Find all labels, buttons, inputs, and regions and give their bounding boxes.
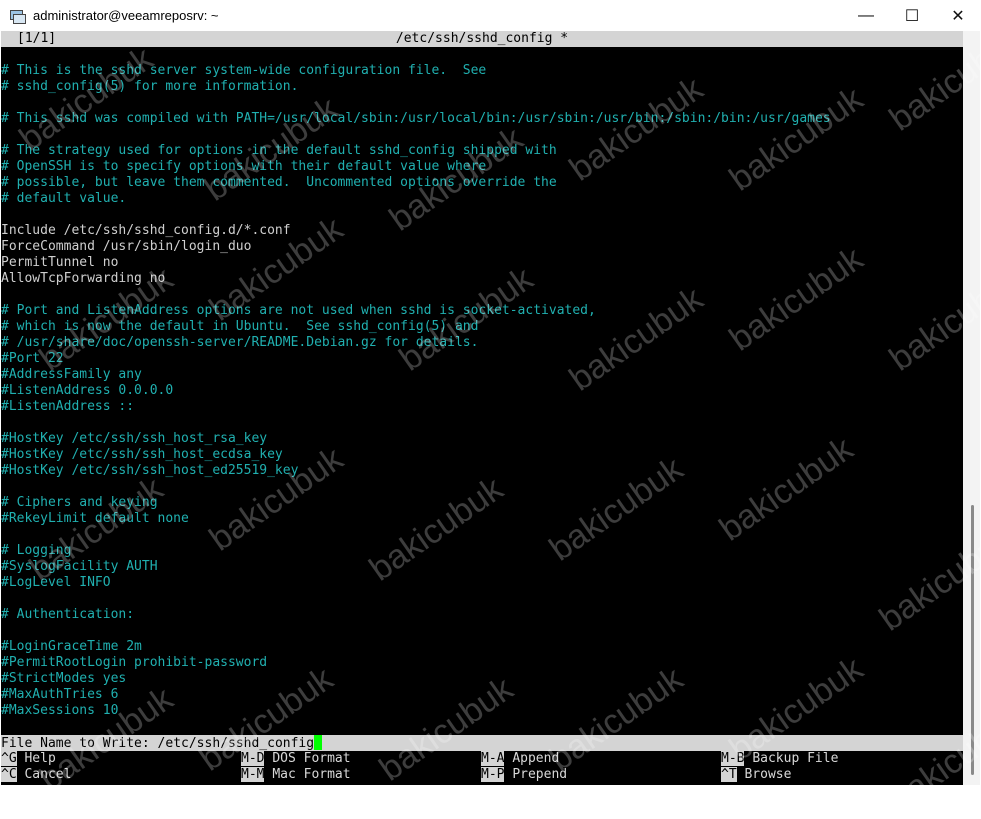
config-line: #SyslogFacility AUTH — [1, 559, 158, 574]
config-line: # Ciphers and keying — [1, 495, 158, 510]
config-line: # /usr/share/doc/openssh-server/README.D… — [1, 335, 479, 350]
config-line: #MaxSessions 10 — [1, 703, 119, 718]
shortcut-label: Prepend — [512, 767, 568, 782]
write-prompt[interactable]: File Name to Write: /etc/ssh/sshd_config — [1, 735, 963, 751]
config-line — [1, 47, 963, 63]
config-line: #LogLevel INFO — [1, 575, 111, 590]
maximize-button[interactable]: ☐ — [889, 0, 935, 31]
config-line: # default value. — [1, 191, 127, 206]
terminal[interactable]: /etc/ssh/sshd_config * [1/1] # This is t… — [1, 31, 963, 785]
shortcut-key: M-A — [481, 751, 505, 766]
config-line: # which is now the default in Ubuntu. Se… — [1, 319, 479, 334]
config-line — [1, 95, 963, 111]
prompt-filename-input[interactable]: /etc/ssh/sshd_config — [158, 736, 315, 751]
config-line: #LoginGraceTime 2m — [1, 639, 142, 654]
config-line: #MaxAuthTries 6 — [1, 687, 119, 702]
config-line: # Port and ListenAddress options are not… — [1, 303, 596, 318]
config-line: # Logging — [1, 543, 72, 558]
config-line: #ListenAddress :: — [1, 399, 135, 414]
config-line: #StrictModes yes — [1, 671, 127, 686]
prompt-label: File Name to Write: — [1, 736, 158, 751]
config-line: ForceCommand /usr/sbin/login_duo — [1, 239, 252, 254]
shortcut-row: ^C Cancel M-M Mac Format M-P Prepend ^T Bro… — [1, 767, 963, 783]
config-line: #HostKey /etc/ssh/ssh_host_ed25519_key — [1, 463, 299, 478]
shortcut-label: Backup File — [752, 751, 839, 766]
config-line: # The strategy used for options in the d… — [1, 143, 557, 158]
config-line: #ListenAddress 0.0.0.0 — [1, 383, 174, 398]
shortcut-label: Browse — [744, 767, 792, 782]
shortcut-item[interactable]: ^G Help — [1, 751, 56, 767]
shortcut-key: M-M — [241, 767, 265, 782]
config-line: Include /etc/ssh/sshd_config.d/*.conf — [1, 223, 291, 238]
config-line: # This sshd was compiled with PATH=/usr/… — [1, 111, 831, 126]
config-line: #RekeyLimit default none — [1, 511, 189, 526]
window-title: administrator@veeamreposrv: ~ — [33, 8, 219, 23]
config-line: AllowTcpForwarding no — [1, 271, 166, 286]
header-filename: /etc/ssh/sshd_config * — [395, 31, 569, 46]
config-line: PermitTunnel no — [1, 255, 119, 270]
config-line: #PermitRootLogin prohibit-password — [1, 655, 268, 670]
shortcut-item[interactable]: M-M Mac Format — [241, 767, 351, 783]
nano-header: /etc/ssh/sshd_config * [1/1] — [1, 31, 963, 47]
close-button[interactable]: ✕ — [935, 0, 981, 31]
config-line: #HostKey /etc/ssh/ssh_host_ecdsa_key — [1, 447, 283, 462]
shortcut-label: Mac Format — [272, 767, 351, 782]
shortcut-key: ^G — [1, 751, 17, 766]
config-line — [1, 623, 963, 639]
putty-icon — [9, 8, 26, 24]
config-line: #AddressFamily any — [1, 367, 142, 382]
config-line — [1, 287, 963, 303]
shortcut-label: Append — [512, 751, 560, 766]
config-line: # OpenSSH is to specify options with the… — [1, 159, 487, 174]
shortcut-key: M-P — [481, 767, 505, 782]
shortcut-key: ^C — [1, 767, 17, 782]
config-line — [1, 527, 963, 543]
config-line: # possible, but leave them commented. Un… — [1, 175, 557, 190]
config-line — [1, 207, 963, 223]
config-line: # sshd_config(5) for more information. — [1, 79, 299, 94]
shortcut-item[interactable]: M-P Prepend — [481, 767, 567, 783]
shortcut-key: M-B — [721, 751, 745, 766]
window-controls: — ☐ ✕ — [843, 0, 981, 31]
config-line — [1, 415, 963, 431]
shortcut-item[interactable]: M-A Append — [481, 751, 559, 767]
title-bar[interactable]: administrator@veeamreposrv: ~ — ☐ ✕ — [0, 0, 981, 31]
config-line: # Authentication: — [1, 607, 135, 622]
minimize-button[interactable]: — — [843, 0, 889, 31]
scrollbar-thumb[interactable] — [971, 505, 974, 775]
config-line — [1, 591, 963, 607]
editor-content[interactable]: # This is the sshd server system-wide co… — [1, 47, 963, 735]
config-line: #Port 22 — [1, 351, 64, 366]
shortcut-item[interactable]: ^T Browse — [721, 767, 791, 783]
shortcut-key: M-D — [241, 751, 265, 766]
shortcut-key: ^T — [721, 767, 737, 782]
shortcut-item[interactable]: ^C Cancel — [1, 767, 71, 783]
shortcut-label: Cancel — [24, 767, 72, 782]
shortcut-label: Help — [24, 751, 56, 766]
shortcut-label: DOS Format — [272, 751, 351, 766]
scrollbar[interactable] — [963, 31, 980, 785]
config-line: # This is the sshd server system-wide co… — [1, 63, 487, 78]
shortcut-bar: ^G Help M-D DOS Format M-A Append M-B Backu… — [1, 751, 963, 783]
config-line — [1, 127, 963, 143]
header-position: [1/1] — [17, 31, 57, 46]
config-line: #HostKey /etc/ssh/ssh_host_rsa_key — [1, 431, 268, 446]
shortcut-row: ^G Help M-D DOS Format M-A Append M-B Backu… — [1, 751, 963, 767]
cursor — [314, 735, 323, 750]
config-line — [1, 719, 963, 735]
shortcut-item[interactable]: M-B Backup File — [721, 751, 838, 767]
shortcut-item[interactable]: M-D DOS Format — [241, 751, 351, 767]
config-line — [1, 479, 963, 495]
